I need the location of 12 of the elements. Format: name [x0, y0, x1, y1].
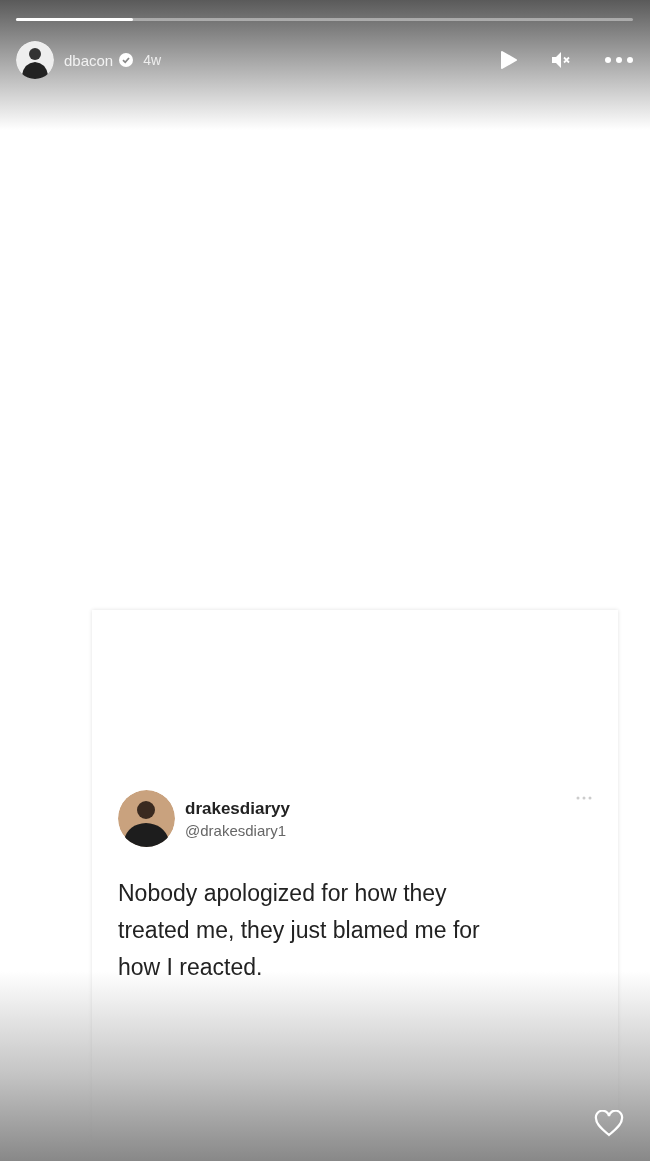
heart-icon[interactable]	[594, 1110, 624, 1137]
avatar-icon[interactable]	[16, 41, 54, 79]
tweet-text: Nobody apologized for how they treated me, they just blamed me for how I reacted.	[118, 879, 481, 982]
play-button[interactable]	[500, 51, 517, 69]
muted-button[interactable]	[551, 51, 571, 69]
user-handle: @drakesdiary1	[185, 821, 288, 839]
more-button[interactable]	[605, 57, 633, 63]
more-icon[interactable]	[576, 796, 592, 800]
username[interactable]: dbacon	[64, 51, 114, 69]
post-time: 4w	[143, 52, 162, 68]
avatar-icon	[118, 790, 175, 847]
display-name: drakesdiaryy	[185, 798, 290, 819]
